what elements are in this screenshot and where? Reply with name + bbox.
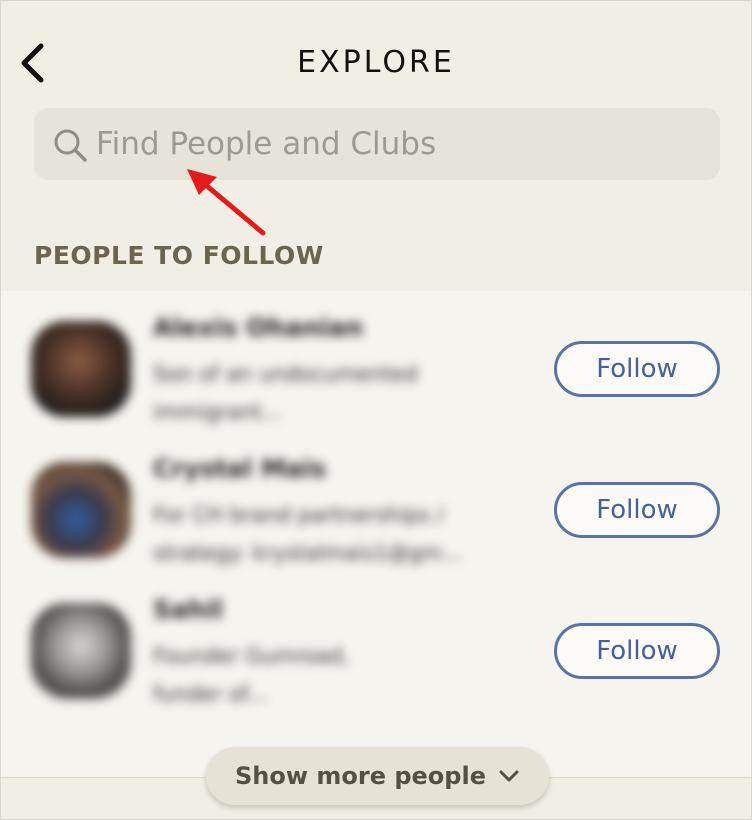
search-icon — [54, 129, 87, 162]
chevron-down-icon — [499, 770, 519, 782]
show-more-button[interactable]: Show more people — [206, 747, 549, 805]
follow-button[interactable]: Follow — [554, 341, 720, 397]
follow-button[interactable]: Follow — [554, 623, 720, 679]
person-info[interactable]: Sahil Founder Gumroad, funder of... — [19, 573, 524, 713]
avatar[interactable] — [31, 603, 131, 699]
list-item: Sahil Founder Gumroad, funder of... Foll… — [1, 573, 751, 713]
page-title: EXPLORE — [297, 45, 455, 80]
avatar[interactable] — [31, 462, 131, 558]
search-input[interactable] — [96, 108, 696, 180]
search-bar[interactable] — [34, 108, 720, 180]
show-more-label: Show more people — [235, 762, 486, 790]
person-name: Sahil — [153, 595, 223, 624]
list-item: Crystal Mais For CH brand partnerships /… — [1, 432, 751, 572]
avatar[interactable] — [31, 321, 131, 417]
follow-button[interactable]: Follow — [554, 482, 720, 538]
person-name: Alexis Ohanian — [153, 313, 364, 342]
header: EXPLORE — [1, 1, 751, 121]
person-name: Crystal Mais — [153, 454, 327, 483]
person-info[interactable]: Crystal Mais For CH brand partnerships /… — [19, 432, 524, 572]
person-bio: For CH brand partnerships / strategy: kr… — [153, 503, 463, 565]
person-info[interactable]: Alexis Ohanian Son of an undocumented im… — [19, 291, 524, 431]
list-item: Alexis Ohanian Son of an undocumented im… — [1, 291, 751, 431]
person-bio: Founder Gumroad, funder of... — [153, 644, 350, 706]
person-bio: Son of an undocumented immigrant... — [153, 362, 418, 424]
people-list: Alexis Ohanian Son of an undocumented im… — [1, 291, 751, 777]
section-title: PEOPLE TO FOLLOW — [34, 241, 324, 270]
